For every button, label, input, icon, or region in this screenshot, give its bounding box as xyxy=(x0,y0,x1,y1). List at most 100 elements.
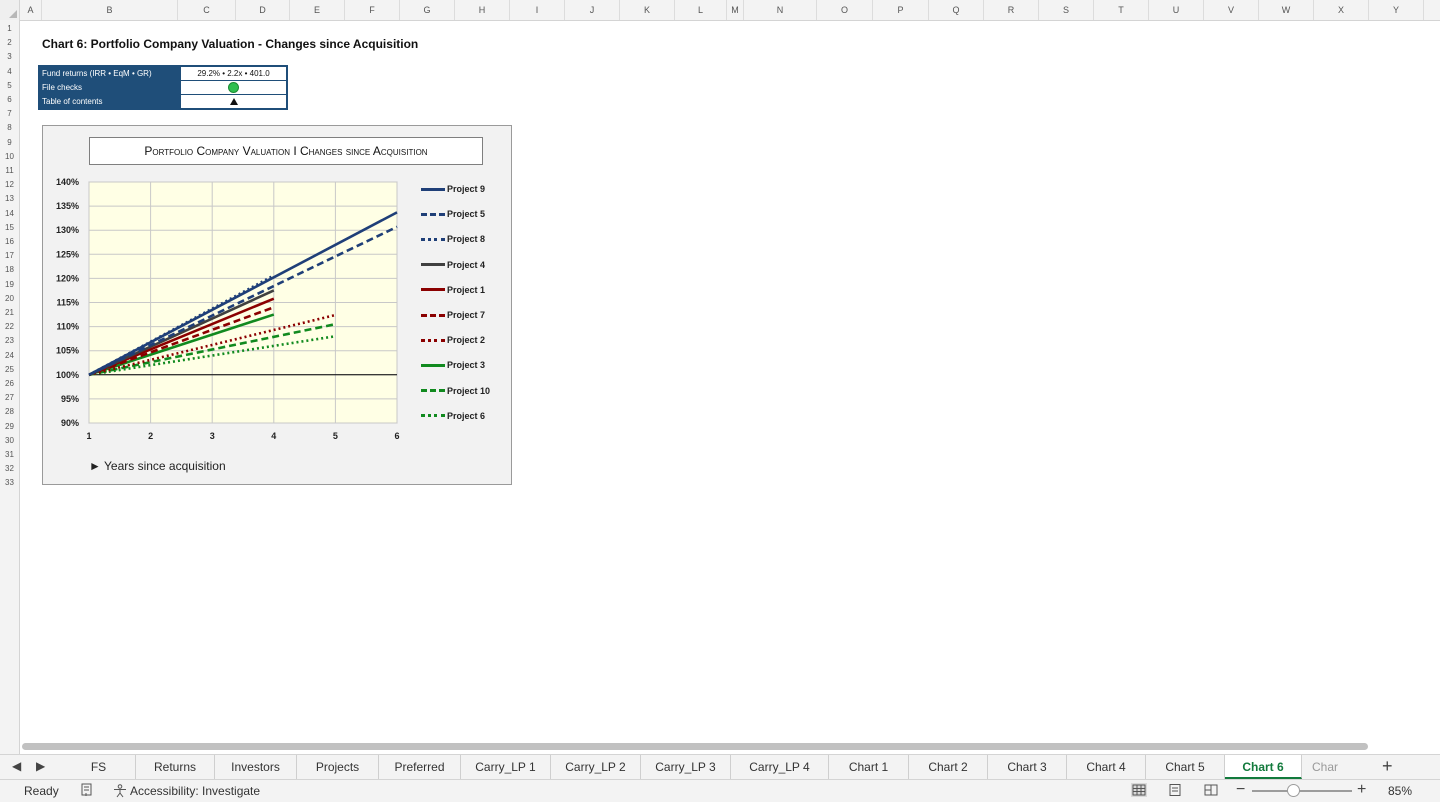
row-header[interactable]: 19 xyxy=(0,280,19,289)
column-header-m[interactable]: M xyxy=(727,0,744,20)
file-checks-value[interactable] xyxy=(180,81,286,94)
sheet-tab-chart-6[interactable]: Chart 6 xyxy=(1225,755,1302,779)
column-header-a[interactable]: A xyxy=(20,0,42,20)
sheet-tab-projects[interactable]: Projects xyxy=(297,755,379,779)
row-header[interactable]: 25 xyxy=(0,365,19,374)
row-header[interactable]: 15 xyxy=(0,223,19,232)
column-header-v[interactable]: V xyxy=(1204,0,1259,20)
horizontal-scrollbar[interactable] xyxy=(22,743,1368,750)
page-break-view-icon[interactable] xyxy=(1203,783,1219,797)
row-header[interactable]: 6 xyxy=(0,95,19,104)
sheet-tab-returns[interactable]: Returns xyxy=(136,755,215,779)
macro-recording-icon[interactable] xyxy=(80,783,94,797)
row-header[interactable]: 17 xyxy=(0,251,19,260)
row-header[interactable]: 9 xyxy=(0,138,19,147)
row-header[interactable]: 4 xyxy=(0,67,19,76)
table-of-contents-link[interactable] xyxy=(180,95,286,108)
normal-view-icon[interactable] xyxy=(1131,783,1147,797)
row-header[interactable]: 28 xyxy=(0,407,19,416)
row-header[interactable]: 31 xyxy=(0,450,19,459)
row-header[interactable]: 13 xyxy=(0,194,19,203)
row-header[interactable]: 32 xyxy=(0,464,19,473)
column-header-d[interactable]: D xyxy=(236,0,290,20)
x-tick-label: 4 xyxy=(271,431,276,441)
row-header[interactable]: 30 xyxy=(0,436,19,445)
column-header-g[interactable]: G xyxy=(400,0,455,20)
column-header-s[interactable]: S xyxy=(1039,0,1094,20)
sheet-tab-chart-3[interactable]: Chart 3 xyxy=(988,755,1067,779)
row-header[interactable]: 23 xyxy=(0,336,19,345)
sheet-tab-carry-lp-3[interactable]: Carry_LP 3 xyxy=(641,755,731,779)
info-row-toc: Table of contents xyxy=(40,95,286,108)
zoom-in-button[interactable]: + xyxy=(1357,781,1366,799)
column-header-bar: ABCDEFGHIJKLMNOPQRSTUVWXY xyxy=(0,0,1440,21)
sheet-tab-carry-lp-1[interactable]: Carry_LP 1 xyxy=(461,755,551,779)
zoom-level[interactable]: 85% xyxy=(1388,784,1412,798)
column-header-p[interactable]: P xyxy=(873,0,929,20)
row-header[interactable]: 20 xyxy=(0,294,19,303)
row-header[interactable]: 18 xyxy=(0,265,19,274)
row-header[interactable]: 21 xyxy=(0,308,19,317)
sheet-tab-fs[interactable]: FS xyxy=(62,755,136,779)
sheet-tab-investors[interactable]: Investors xyxy=(215,755,297,779)
row-header[interactable]: 8 xyxy=(0,123,19,132)
column-header-t[interactable]: T xyxy=(1094,0,1149,20)
accessibility-status[interactable]: Accessibility: Investigate xyxy=(112,784,260,798)
row-header[interactable]: 1 xyxy=(0,24,19,33)
column-header-y[interactable]: Y xyxy=(1369,0,1424,20)
row-header[interactable]: 26 xyxy=(0,379,19,388)
chart-container[interactable]: 140% 135% 130% 125% 120% 115% 110% 105% 100% 95% 9… xyxy=(42,125,512,485)
zoom-out-button[interactable]: − xyxy=(1236,781,1245,799)
column-header-w[interactable]: W xyxy=(1259,0,1314,20)
fund-returns-value[interactable]: 29.2% • 2.2x • 401.0 xyxy=(180,67,286,80)
row-header[interactable]: 10 xyxy=(0,152,19,161)
column-header-o[interactable]: O xyxy=(817,0,873,20)
sheet-tab-carry-lp-2[interactable]: Carry_LP 2 xyxy=(551,755,641,779)
legend-label: Project 3 xyxy=(447,360,486,371)
row-header[interactable]: 5 xyxy=(0,81,19,90)
row-header[interactable]: 16 xyxy=(0,237,19,246)
select-all-corner[interactable] xyxy=(0,0,20,20)
row-header[interactable]: 29 xyxy=(0,422,19,431)
column-header-l[interactable]: L xyxy=(675,0,727,20)
column-header-r[interactable]: R xyxy=(984,0,1039,20)
row-header[interactable]: 27 xyxy=(0,393,19,402)
zoom-slider-thumb[interactable] xyxy=(1287,784,1300,797)
row-header[interactable]: 3 xyxy=(0,52,19,61)
column-header-j[interactable]: J xyxy=(565,0,620,20)
column-header-u[interactable]: U xyxy=(1149,0,1204,20)
y-tick-label: 125% xyxy=(56,249,79,259)
sheet-tab-preferred[interactable]: Preferred xyxy=(379,755,461,779)
row-header[interactable]: 7 xyxy=(0,109,19,118)
column-header-b[interactable]: B xyxy=(42,0,178,20)
sheet-tab-chart-5[interactable]: Chart 5 xyxy=(1146,755,1225,779)
row-header[interactable]: 11 xyxy=(0,166,19,175)
add-sheet-button[interactable]: + xyxy=(1382,756,1393,777)
sheet-tab-chart-1[interactable]: Chart 1 xyxy=(829,755,909,779)
row-header[interactable]: 2 xyxy=(0,38,19,47)
page-layout-view-icon[interactable] xyxy=(1167,783,1183,797)
column-header-e[interactable]: E xyxy=(290,0,345,20)
column-header-n[interactable]: N xyxy=(744,0,817,20)
sheet-tab-chart-2[interactable]: Chart 2 xyxy=(909,755,988,779)
sheet-tab-carry-lp-4[interactable]: Carry_LP 4 xyxy=(731,755,829,779)
column-header-f[interactable]: F xyxy=(345,0,400,20)
y-tick-label: 110% xyxy=(56,322,79,332)
worksheet-area[interactable]: Chart 6: Portfolio Company Valuation - C… xyxy=(20,21,1440,755)
column-header-i[interactable]: I xyxy=(510,0,565,20)
row-header[interactable]: 22 xyxy=(0,322,19,331)
sheet-tab-chart-4[interactable]: Chart 4 xyxy=(1067,755,1146,779)
row-header[interactable]: 12 xyxy=(0,180,19,189)
column-header-q[interactable]: Q xyxy=(929,0,984,20)
prev-sheet-icon[interactable]: ◀ xyxy=(12,759,21,773)
next-sheet-icon[interactable]: ▶ xyxy=(36,759,45,773)
column-header-c[interactable]: C xyxy=(178,0,236,20)
row-header[interactable]: 14 xyxy=(0,209,19,218)
row-header[interactable]: 24 xyxy=(0,351,19,360)
sheet-tab-char[interactable]: Char xyxy=(1302,755,1348,779)
column-header-k[interactable]: K xyxy=(620,0,675,20)
column-header-h[interactable]: H xyxy=(455,0,510,20)
row-header[interactable]: 33 xyxy=(0,478,19,487)
zoom-slider-track[interactable] xyxy=(1252,790,1352,792)
column-header-x[interactable]: X xyxy=(1314,0,1369,20)
